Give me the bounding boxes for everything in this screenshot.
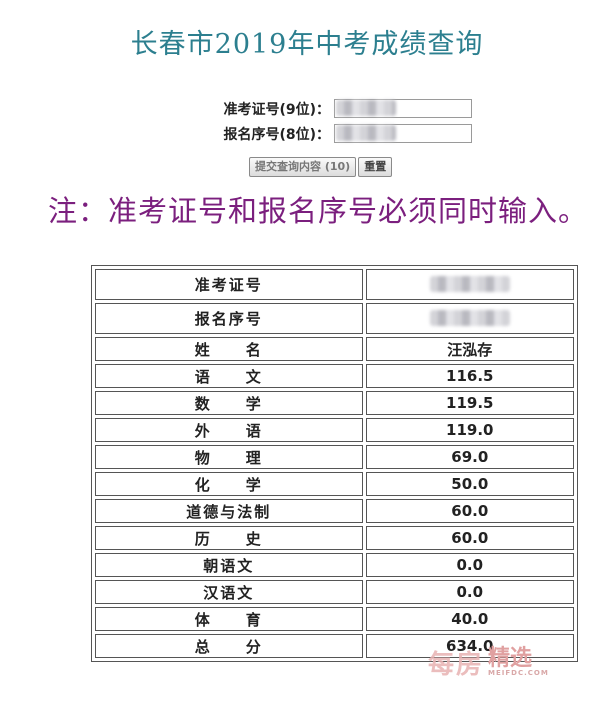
- table-row: 朝语文 0.0: [95, 553, 574, 577]
- row-label: 总 分: [95, 634, 363, 658]
- row-label: 姓 名: [95, 337, 363, 361]
- row-label: 化 学: [95, 472, 363, 496]
- row-value: [365, 269, 574, 300]
- row-value: 60.0: [365, 499, 574, 523]
- row-value: 119.5: [365, 391, 574, 415]
- row-label: 朝语文: [95, 553, 363, 577]
- row-label: 汉语文: [95, 580, 363, 604]
- reset-button[interactable]: 重置: [358, 157, 393, 177]
- watermark-url: MEIFDC.COM: [488, 669, 549, 677]
- table-row: 语 文 116.5: [95, 364, 574, 388]
- input-note: 注：准考证号和报名序号必须同时输入。: [48, 194, 589, 228]
- watermark: 每房 精选 MEIFDC.COM: [428, 644, 549, 681]
- table-row: 体 育 40.0: [95, 607, 574, 631]
- row-value: 60.0: [365, 526, 574, 550]
- row-value: 0.0: [365, 580, 574, 604]
- reg-id-label: 报名序号(8位)：: [223, 126, 330, 143]
- table-row: 物 理 69.0: [95, 445, 574, 469]
- row-label: 物 理: [95, 445, 363, 469]
- reg-id-row: 报名序号(8位)：: [190, 121, 472, 146]
- table-row: 外 语 119.0: [95, 418, 574, 442]
- table-row: 汉语文 0.0: [95, 580, 574, 604]
- row-label: 历 史: [95, 526, 363, 550]
- form-buttons: 提交查询内容 (10) 重置: [249, 157, 393, 177]
- query-form: 准考证号(9位)： 报名序号(8位)：: [190, 96, 472, 146]
- row-value: 40.0: [365, 607, 574, 631]
- exam-id-label: 准考证号(9位)：: [223, 101, 330, 118]
- redacted-reg-id: [336, 125, 396, 141]
- row-label: 报名序号: [95, 303, 363, 334]
- row-label: 语 文: [95, 364, 363, 388]
- row-label: 体 育: [95, 607, 363, 631]
- watermark-text: 精选: [488, 646, 533, 671]
- row-value: 119.0: [365, 418, 574, 442]
- row-value: 50.0: [365, 472, 574, 496]
- submit-query-button[interactable]: 提交查询内容 (10): [249, 157, 357, 177]
- table-row: 姓 名汪泓存: [95, 337, 574, 361]
- row-label: 道德与法制: [95, 499, 363, 523]
- row-value: 116.5: [365, 364, 574, 388]
- row-value: 0.0: [365, 553, 574, 577]
- redacted-value: [429, 276, 510, 292]
- score-table: 准考证号 报名序号姓 名汪泓存语 文 116.5 数 学 119.5 外 语 119.0 物 …: [91, 265, 578, 662]
- row-label: 外 语: [95, 418, 363, 442]
- redacted-value: [429, 310, 510, 326]
- redacted-exam-id: [336, 100, 396, 116]
- table-row: 报名序号: [95, 303, 574, 334]
- row-label: 准考证号: [95, 269, 363, 300]
- watermark-logo: 每房: [428, 650, 485, 680]
- table-row: 准考证号: [95, 269, 574, 300]
- table-row: 数 学 119.5: [95, 391, 574, 415]
- row-value: 汪泓存: [365, 337, 574, 361]
- row-label: 数 学: [95, 391, 363, 415]
- table-row: 道德与法制 60.0: [95, 499, 574, 523]
- table-row: 历 史 60.0: [95, 526, 574, 550]
- page-title: 长春市2019年中考成绩查询: [130, 29, 484, 60]
- row-value: [365, 303, 574, 334]
- row-value: 69.0: [365, 445, 574, 469]
- exam-id-row: 准考证号(9位)：: [190, 96, 472, 121]
- table-row: 化 学 50.0: [95, 472, 574, 496]
